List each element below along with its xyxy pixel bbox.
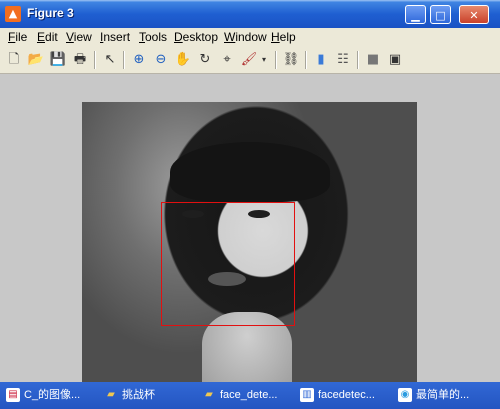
menu-bar: File Edit View Insert Tools Desktop Wind… bbox=[0, 28, 500, 47]
document-icon: ▥ bbox=[300, 388, 314, 402]
menu-view[interactable]: View bbox=[66, 30, 92, 44]
taskbar-item-folder-tiaozhanbei[interactable]: ▰ 挑战杯 bbox=[100, 385, 192, 406]
pdf-doc-icon: ▤ bbox=[6, 388, 20, 402]
face-detection-box bbox=[161, 202, 295, 326]
legend-icon[interactable]: ☷ bbox=[333, 50, 353, 70]
toolbar-separator bbox=[305, 51, 307, 69]
menu-file[interactable]: File bbox=[8, 30, 27, 44]
hair-fringe bbox=[170, 142, 330, 202]
save-icon[interactable]: 💾 bbox=[48, 50, 68, 70]
matlab-logo-icon: ▲ bbox=[5, 6, 21, 22]
maximize-button[interactable]: □ bbox=[430, 5, 451, 24]
title-bar[interactable]: ▲ Figure 3 ▁ □ ✕ bbox=[0, 0, 500, 28]
hide-plot-tools-icon[interactable]: ■ bbox=[363, 50, 383, 70]
menu-window[interactable]: Window bbox=[224, 30, 267, 44]
toolbar-separator bbox=[94, 51, 96, 69]
pan-hand-icon[interactable]: ✋ bbox=[173, 50, 193, 70]
zoom-in-icon[interactable]: ⊕ bbox=[129, 50, 149, 70]
show-plot-tools-icon[interactable]: ▣ bbox=[385, 50, 405, 70]
edit-plot-arrow-icon[interactable]: ↖ bbox=[100, 50, 120, 70]
rotate-3d-icon[interactable]: ↻ bbox=[195, 50, 215, 70]
close-button[interactable]: ✕ bbox=[459, 5, 489, 24]
zoom-out-icon[interactable]: ⊖ bbox=[151, 50, 171, 70]
grayscale-photo bbox=[82, 102, 417, 382]
menu-desktop[interactable]: Desktop bbox=[174, 30, 218, 44]
new-figure-icon[interactable]: 🗋 bbox=[4, 50, 24, 70]
link-plot-icon[interactable]: ⛓ bbox=[281, 50, 301, 70]
toolbar-separator bbox=[275, 51, 277, 69]
folder-icon: ▰ bbox=[107, 389, 115, 400]
taskbar-item-folder-face-dete[interactable]: ▰ face_dete... bbox=[198, 385, 290, 406]
menu-edit[interactable]: Edit bbox=[37, 30, 58, 44]
toolbar-separator bbox=[357, 51, 359, 69]
windows-taskbar: ▤ C_的图像... ▰ 挑战杯 ▰ face_dete... ▥ facede… bbox=[0, 382, 500, 409]
open-file-icon[interactable]: 📂 bbox=[26, 50, 46, 70]
window-title: Figure 3 bbox=[27, 6, 74, 20]
print-icon[interactable]: 🖶 bbox=[70, 50, 90, 70]
menu-tools[interactable]: Tools bbox=[139, 30, 167, 44]
data-cursor-icon[interactable]: ⌖ bbox=[217, 50, 237, 70]
menu-help[interactable]: Help bbox=[271, 30, 296, 44]
figure-toolbar: 🗋 📂 💾 🖶 ↖ ⊕ ⊖ ✋ ↻ ⌖ 🖌 ▾ ⛓ ▮ ☷ ■ ▣ bbox=[0, 47, 500, 74]
taskbar-item-browser[interactable]: ◉ 最简单的... bbox=[394, 385, 498, 406]
brush-icon[interactable]: 🖌 bbox=[239, 50, 259, 70]
minimize-button[interactable]: ▁ bbox=[405, 5, 426, 24]
taskbar-item-pdf[interactable]: ▤ C_的图像... bbox=[2, 385, 94, 406]
taskbar-item-facedetec[interactable]: ▥ facedetec... bbox=[296, 385, 388, 406]
brush-dropdown-icon[interactable]: ▾ bbox=[259, 50, 269, 70]
menu-insert[interactable]: Insert bbox=[100, 30, 130, 44]
folder-icon: ▰ bbox=[205, 389, 213, 400]
figure-window: ▲ Figure 3 ▁ □ ✕ File Edit View Insert T… bbox=[0, 0, 500, 382]
browser-doc-icon: ◉ bbox=[398, 388, 412, 402]
colorbar-icon[interactable]: ▮ bbox=[311, 50, 331, 70]
figure-canvas bbox=[0, 74, 500, 382]
toolbar-separator bbox=[123, 51, 125, 69]
